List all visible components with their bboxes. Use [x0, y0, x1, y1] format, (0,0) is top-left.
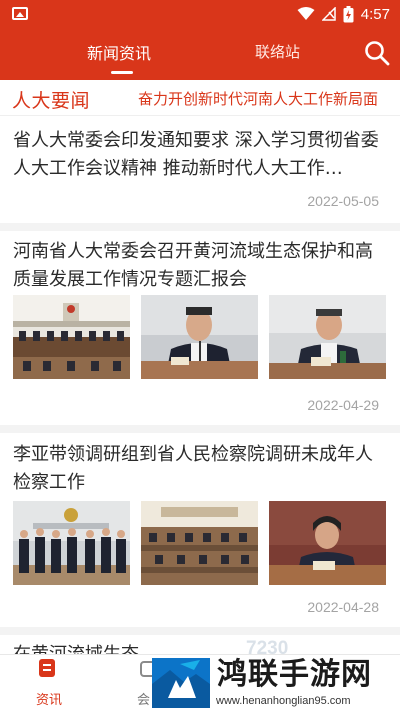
- divider: [0, 425, 400, 433]
- ticker-text[interactable]: 奋力开创新时代河南人大工作新局面: [138, 88, 378, 109]
- news-photo-conference-room: [13, 295, 130, 379]
- watermark-logo-icon: [152, 658, 210, 708]
- status-time: 4:57: [360, 5, 390, 23]
- news-date: 2022-05-05: [307, 193, 379, 209]
- news-date: 2022-04-28: [307, 599, 379, 615]
- ticker-label: 人大要闻: [12, 90, 91, 112]
- nav-label: 资讯: [36, 693, 63, 708]
- news-photo-speaker: [141, 295, 258, 379]
- news-date: 2022-04-29: [307, 397, 379, 413]
- news-title: 李亚带领调研组到省人民检察院调研未成年人检察工作: [13, 444, 373, 493]
- news-title: 河南省人大常委会召开黄河流域生态保护和高质量发展工作情况专题汇报会: [13, 241, 373, 290]
- news-photo-group-visit: [13, 501, 130, 585]
- news-photo-official: [269, 295, 386, 379]
- status-bar: 4:57: [0, 0, 400, 28]
- no-signal-icon: [321, 7, 336, 21]
- site-watermark: 7230 鸿联手游网 www.henanhonglian95.com: [150, 638, 400, 711]
- news-item[interactable]: 省人大常委会印发通知要求 深入学习贯彻省委人大工作会议精神 推动新时代人大工作……: [0, 117, 400, 223]
- battery-icon: [343, 5, 354, 22]
- nav-label: 会: [137, 693, 151, 708]
- top-header: 新闻资讯 联络站: [0, 28, 400, 80]
- watermark-url: www.henanhonglian95.com: [216, 695, 351, 707]
- tab-liaison-station[interactable]: 联络站: [255, 41, 300, 62]
- search-icon[interactable]: [364, 40, 390, 66]
- status-icons: 4:57: [297, 4, 390, 24]
- news-item[interactable]: 李亚带领调研组到省人民检察院调研未成年人检察工作 2022-04-28: [0, 433, 400, 627]
- watermark-site-name: 鸿联手游网: [217, 657, 372, 692]
- divider: [0, 627, 400, 635]
- news-title: 省人大常委会印发通知要求 深入学习贯彻省委人大工作会议精神 推动新时代人大工作…: [13, 130, 379, 179]
- news-photo-meeting-hall: [141, 501, 258, 585]
- gallery-icon: [12, 7, 28, 20]
- wifi-icon: [297, 7, 315, 20]
- tab-news[interactable]: 新闻资讯: [87, 40, 151, 74]
- nav-item-news[interactable]: 资讯: [14, 655, 84, 711]
- news-icon: [39, 659, 55, 677]
- news-photo-speaker-woman: [269, 501, 386, 585]
- news-item[interactable]: 河南省人大常委会召开黄河流域生态保护和高质量发展工作情况专题汇报会 2022-0…: [0, 231, 400, 425]
- divider: [0, 223, 400, 231]
- headline-ticker[interactable]: 人大要闻 奋力开创新时代河南人大工作新局面: [0, 80, 400, 116]
